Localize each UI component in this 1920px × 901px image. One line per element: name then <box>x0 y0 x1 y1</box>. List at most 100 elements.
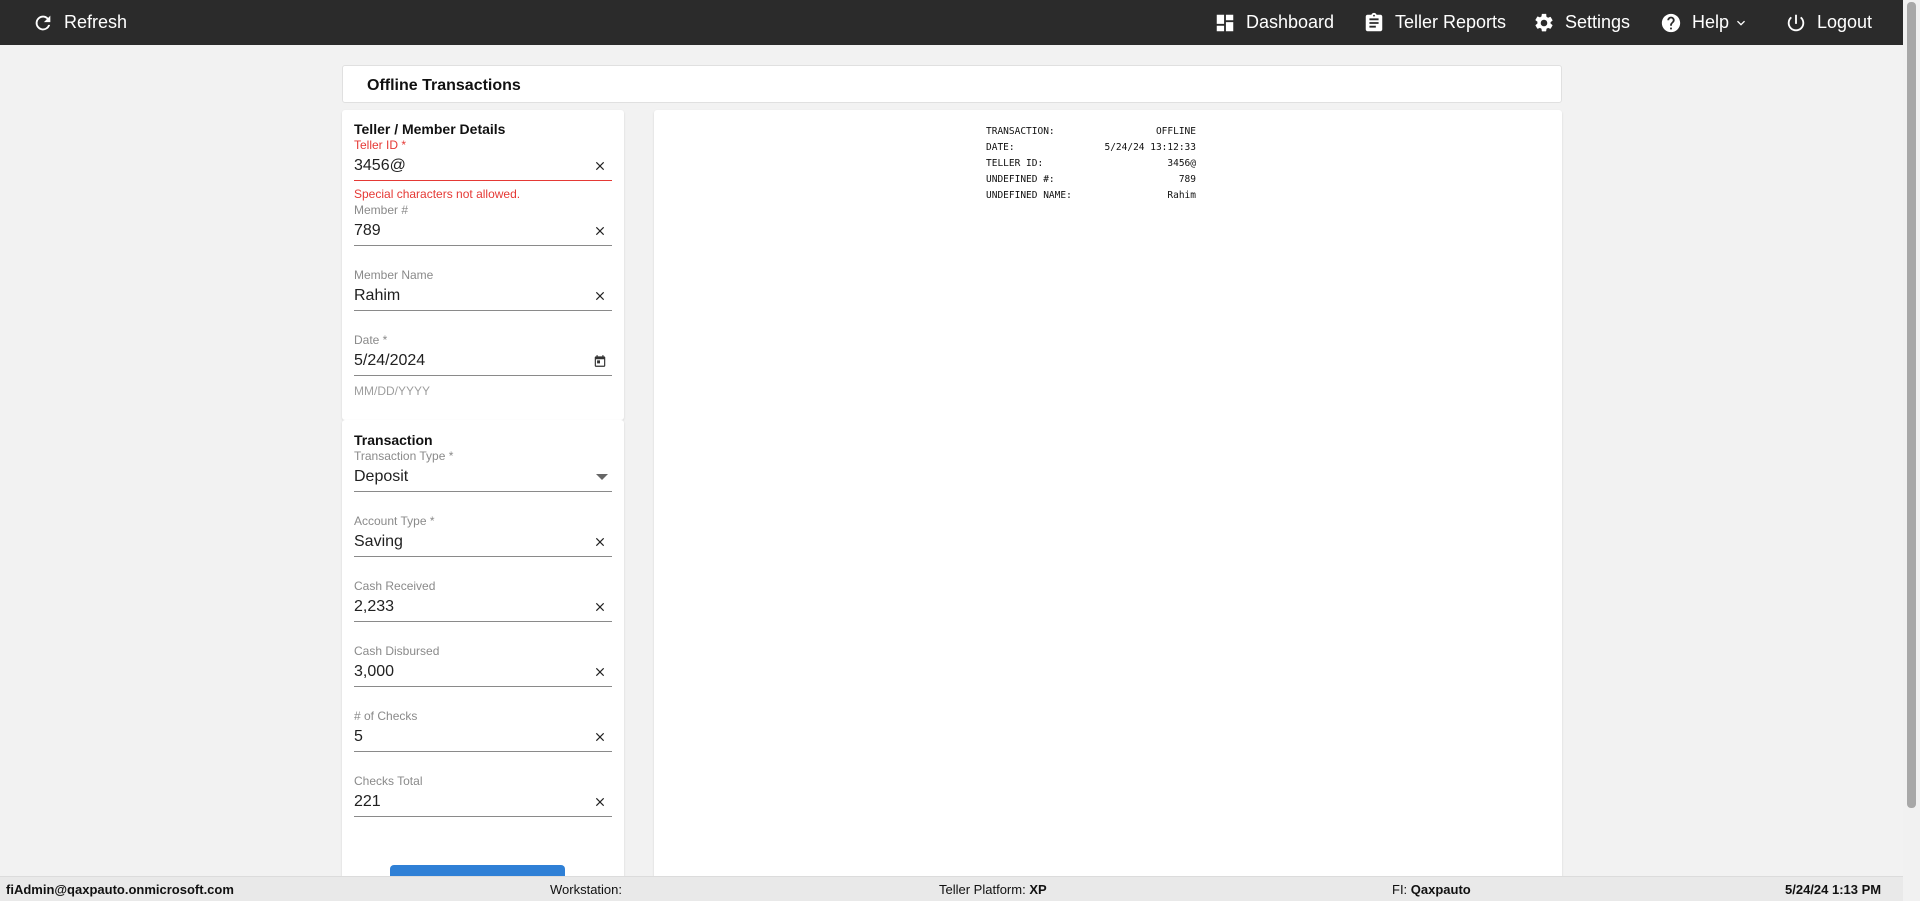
status-workstation: Workstation: <box>550 882 622 897</box>
receipt-key: TELLER ID: <box>986 158 1044 169</box>
fi-label: FI: <box>1392 882 1408 897</box>
nav-dashboard[interactable]: Dashboard <box>1214 0 1334 45</box>
nav-help[interactable]: Help <box>1660 0 1749 45</box>
close-icon <box>595 732 605 742</box>
refresh-label: Refresh <box>64 12 128 32</box>
close-icon <box>595 161 605 171</box>
page-header-card: Offline Transactions <box>342 65 1562 103</box>
workstation-label: Workstation: <box>550 882 623 897</box>
receipt-value: Rahim <box>1167 190 1196 201</box>
date-label: Date * <box>354 333 388 347</box>
nav-logout[interactable]: Logout <box>1785 0 1872 45</box>
date-value: 5/24/2024 <box>354 352 426 369</box>
cash-received-input[interactable]: 2,233 <box>354 594 612 622</box>
account-type-value: Saving <box>354 533 403 550</box>
account-type-field: Account Type * Saving <box>354 514 612 557</box>
member-name-value: Rahim <box>354 287 401 304</box>
scrollbar-thumb[interactable] <box>1907 2 1916 808</box>
teller-member-details-card: Teller / Member Details Teller ID * 3456… <box>342 110 624 420</box>
nav-logout-label: Logout <box>1817 12 1873 32</box>
clear-member-name-button[interactable] <box>593 289 607 303</box>
platform-value: XP <box>1029 882 1047 897</box>
calendar-icon <box>594 355 606 367</box>
num-checks-label: # of Checks <box>354 709 418 723</box>
receipt-line: TELLER ID: 3456@ <box>986 156 1196 172</box>
receipt-key: UNDEFINED #: <box>986 174 1055 185</box>
cash-disbursed-field: Cash Disbursed 3,000 <box>354 644 612 687</box>
cash-received-value: 2,233 <box>354 598 395 615</box>
close-icon <box>595 291 605 301</box>
teller-id-input[interactable]: 3456@ <box>354 153 612 181</box>
date-input[interactable]: 5/24/2024 <box>354 348 612 376</box>
top-navigation-bar: Refresh Dashboard Teller Reports Setting… <box>0 0 1920 45</box>
status-user: fiAdmin@qaxpauto.onmicrosoft.com <box>6 882 234 897</box>
teller-id-value: 3456@ <box>354 157 406 174</box>
transaction-type-label: Transaction Type * <box>354 449 454 463</box>
receipt-line: UNDEFINED NAME: Rahim <box>986 188 1196 204</box>
teller-section-title: Teller / Member Details <box>354 121 506 137</box>
member-number-value: 789 <box>354 222 381 239</box>
chevron-down-icon <box>1737 20 1746 26</box>
refresh-icon <box>35 15 51 30</box>
transaction-type-select[interactable]: Deposit <box>354 464 612 492</box>
teller-id-label: Teller ID * <box>354 138 407 152</box>
page-scrollbar[interactable] <box>1903 0 1920 901</box>
receipt-line: UNDEFINED #: 789 <box>986 172 1196 188</box>
clear-checks-total-button[interactable] <box>593 795 607 809</box>
transaction-type-value: Deposit <box>354 468 409 485</box>
clear-cash-received-button[interactable] <box>593 600 607 614</box>
cash-received-field: Cash Received 2,233 <box>354 579 612 622</box>
clear-num-checks-button[interactable] <box>593 730 607 744</box>
receipt-value: 3456@ <box>1167 158 1196 169</box>
power-icon <box>1787 14 1805 31</box>
status-platform: Teller Platform: XP <box>939 882 1047 897</box>
clear-cash-disbursed-button[interactable] <box>593 665 607 679</box>
receipt-key: UNDEFINED NAME: <box>986 190 1072 201</box>
close-icon <box>595 226 605 236</box>
checks-total-label: Checks Total <box>354 774 423 788</box>
member-name-input[interactable]: Rahim <box>354 283 612 311</box>
receipt-preview-panel: TRANSACTION: OFFLINE DATE: 5/24/24 13:12… <box>654 110 1562 881</box>
receipt-value: 5/24/24 13:12:33 <box>1104 142 1196 153</box>
receipt-value: OFFLINE <box>1155 126 1196 137</box>
cash-disbursed-input[interactable]: 3,000 <box>354 659 612 687</box>
dropdown-arrow-icon[interactable] <box>596 474 608 480</box>
fi-value: Qaxpauto <box>1410 882 1471 897</box>
refresh-button[interactable]: Refresh <box>32 0 127 45</box>
transaction-card: Transaction Transaction Type * Deposit A… <box>342 420 624 881</box>
nav-help-label: Help <box>1692 12 1730 32</box>
checks-total-input[interactable]: 221 <box>354 789 612 817</box>
member-number-input[interactable]: 789 <box>354 218 612 246</box>
close-icon <box>595 602 605 612</box>
account-type-label: Account Type * <box>354 514 435 528</box>
checks-total-field: Checks Total 221 <box>354 774 612 817</box>
num-checks-input[interactable]: 5 <box>354 724 612 752</box>
member-number-label: Member # <box>354 203 409 217</box>
cash-received-label: Cash Received <box>354 579 436 593</box>
transaction-section-title: Transaction <box>354 432 433 448</box>
platform-label: Teller Platform: <box>939 882 1026 897</box>
receipt-value: 789 <box>1178 174 1196 185</box>
nav-teller-reports[interactable]: Teller Reports <box>1363 0 1506 45</box>
member-number-field: Member # 789 <box>354 203 612 246</box>
nav-settings-label: Settings <box>1565 12 1631 32</box>
nav-dashboard-label: Dashboard <box>1246 12 1335 32</box>
gear-icon <box>1535 13 1553 31</box>
receipt-line: TRANSACTION: OFFLINE <box>986 124 1196 140</box>
date-picker-button[interactable] <box>593 354 607 368</box>
cash-disbursed-value: 3,000 <box>354 663 395 680</box>
dashboard-icon <box>1216 14 1234 31</box>
receipt-key: TRANSACTION: <box>986 126 1055 137</box>
status-datetime: 5/24/24 1:13 PM <box>1785 882 1882 897</box>
nav-settings[interactable]: Settings <box>1533 0 1630 45</box>
receipt-key: DATE: <box>986 142 1015 153</box>
date-format-helper: MM/DD/YYYY <box>354 384 431 398</box>
teller-id-field: Teller ID * 3456@ Special characters not… <box>354 138 612 201</box>
clear-teller-id-button[interactable] <box>593 159 607 173</box>
receipt-line: DATE: 5/24/24 13:12:33 <box>986 140 1196 156</box>
clear-member-number-button[interactable] <box>593 224 607 238</box>
clear-account-type-button[interactable] <box>593 535 607 549</box>
account-type-input[interactable]: Saving <box>354 529 612 557</box>
receipt-body: TRANSACTION: OFFLINE DATE: 5/24/24 13:12… <box>986 124 1196 204</box>
checks-total-value: 221 <box>354 793 381 810</box>
